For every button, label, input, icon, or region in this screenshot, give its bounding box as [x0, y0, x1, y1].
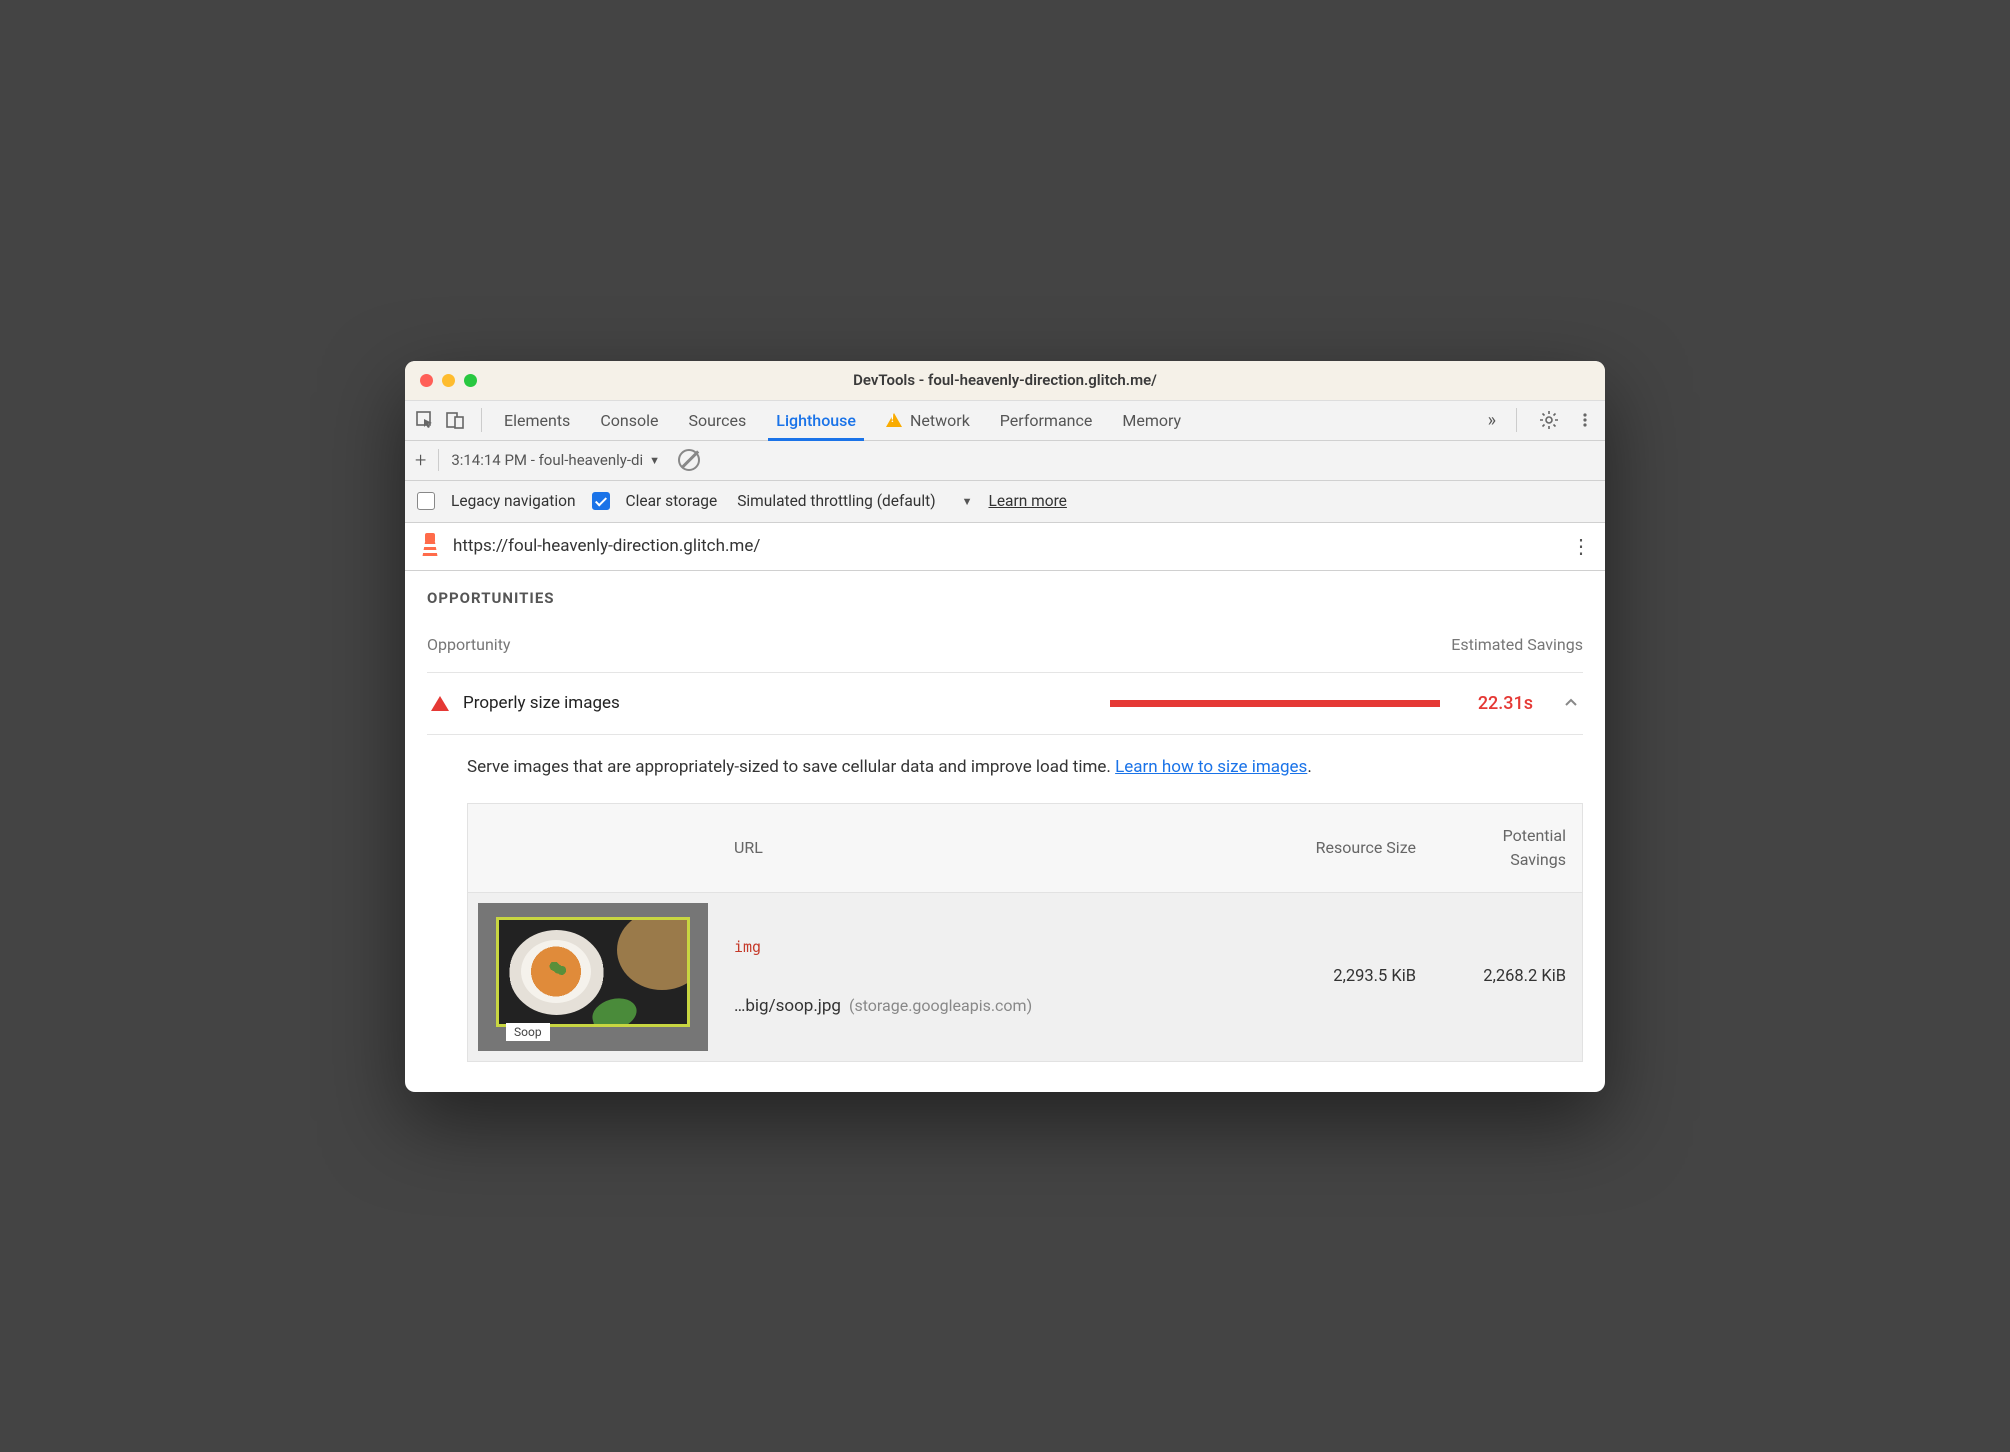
maximize-window-button[interactable]	[464, 374, 477, 387]
report-menu-icon[interactable]: ⋮	[1571, 542, 1591, 550]
minimize-window-button[interactable]	[442, 374, 455, 387]
lighthouse-options-bar: Legacy navigation Clear storage Simulate…	[405, 481, 1605, 523]
savings-time: 22.31s	[1478, 693, 1533, 714]
divider	[438, 449, 439, 471]
caret-down-icon: ▼	[649, 454, 660, 467]
settings-gear-icon[interactable]	[1537, 408, 1561, 432]
tab-memory[interactable]: Memory	[1120, 401, 1183, 440]
devtools-window: DevTools - foul-heavenly-direction.glitc…	[405, 361, 1605, 1092]
header-potential-savings: Potential Savings	[1432, 804, 1582, 892]
legacy-nav-checkbox[interactable]	[417, 492, 435, 510]
throttling-label: Simulated throttling (default)	[737, 492, 935, 510]
opportunities-heading: OPPORTUNITIES	[427, 589, 1583, 607]
divider	[1516, 408, 1517, 432]
panel-tabs: Elements Console Sources Lighthouse Netw…	[502, 401, 1183, 440]
legacy-nav-label: Legacy navigation	[451, 492, 576, 510]
tab-performance[interactable]: Performance	[998, 401, 1095, 440]
traffic-lights	[405, 374, 477, 387]
learn-more-link[interactable]: Learn more	[988, 492, 1066, 510]
more-tabs-icon[interactable]: »	[1488, 410, 1496, 431]
warning-icon	[886, 413, 902, 427]
tab-network[interactable]: Network	[884, 401, 972, 440]
image-thumbnail: Soop	[478, 903, 708, 1051]
table-header: URL Resource Size Potential Savings	[468, 804, 1582, 892]
window-titlebar: DevTools - foul-heavenly-direction.glitc…	[405, 361, 1605, 401]
resources-table: URL Resource Size Potential Savings S	[467, 803, 1583, 1062]
opportunity-label: Properly size images	[463, 693, 620, 713]
tab-elements[interactable]: Elements	[502, 401, 572, 440]
fail-triangle-icon	[431, 696, 449, 711]
window-title: DevTools - foul-heavenly-direction.glitc…	[405, 371, 1605, 389]
lighthouse-icon	[419, 533, 441, 559]
savings-bar	[1110, 700, 1440, 707]
inspect-element-icon[interactable]	[413, 408, 437, 432]
col-opportunity: Opportunity	[427, 635, 511, 654]
resource-path: …big/soop.jpg	[734, 996, 841, 1016]
tab-sources[interactable]: Sources	[686, 401, 748, 440]
lighthouse-url-bar: https://foul-heavenly-direction.glitch.m…	[405, 523, 1605, 571]
col-estimated-savings: Estimated Savings	[1451, 635, 1583, 654]
new-report-button[interactable]: +	[415, 448, 426, 472]
tab-lighthouse[interactable]: Lighthouse	[774, 401, 858, 440]
clear-storage-label: Clear storage	[626, 492, 718, 510]
divider	[481, 408, 482, 432]
opportunity-row[interactable]: Properly size images 22.31s	[427, 672, 1583, 735]
potential-savings-value: 2,268.2 KiB	[1432, 949, 1582, 1004]
report-selector-label: 3:14:14 PM - foul-heavenly-di	[451, 451, 643, 469]
opportunity-columns: Opportunity Estimated Savings	[427, 635, 1583, 654]
tab-network-label: Network	[910, 411, 970, 430]
tab-console[interactable]: Console	[598, 401, 660, 440]
chevron-up-icon[interactable]	[1563, 695, 1579, 711]
resource-size-value: 2,293.5 KiB	[1282, 949, 1432, 1004]
clear-all-icon[interactable]	[678, 449, 700, 471]
desc-text: Serve images that are appropriately-size…	[467, 757, 1115, 777]
thumbnail-cell: Soop	[468, 893, 718, 1061]
desc-post: .	[1307, 757, 1311, 777]
thumb-caption: Soop	[506, 1023, 550, 1041]
header-url: URL	[718, 816, 1282, 880]
device-toolbar-icon[interactable]	[443, 408, 467, 432]
opportunity-description: Serve images that are appropriately-size…	[467, 757, 1583, 777]
audited-url: https://foul-heavenly-direction.glitch.m…	[453, 536, 760, 556]
kebab-menu-icon[interactable]	[1573, 408, 1597, 432]
desc-learn-link[interactable]: Learn how to size images	[1115, 757, 1307, 777]
resource-host: (storage.googleapis.com)	[849, 996, 1032, 1015]
table-row[interactable]: Soop img …big/soop.jpg (storage.googleap…	[468, 892, 1582, 1061]
report-content: OPPORTUNITIES Opportunity Estimated Savi…	[405, 571, 1605, 1092]
report-selector[interactable]: 3:14:14 PM - foul-heavenly-di ▼	[451, 451, 660, 469]
devtools-tab-bar: Elements Console Sources Lighthouse Netw…	[405, 401, 1605, 441]
close-window-button[interactable]	[420, 374, 433, 387]
url-cell: img …big/soop.jpg (storage.googleapis.co…	[718, 920, 1282, 1034]
lighthouse-sub-toolbar: + 3:14:14 PM - foul-heavenly-di ▼	[405, 441, 1605, 481]
clear-storage-checkbox[interactable]	[592, 492, 610, 510]
element-tag: img	[734, 938, 761, 956]
header-resource-size: Resource Size	[1282, 816, 1432, 880]
throttling-caret-icon[interactable]: ▼	[962, 495, 973, 508]
